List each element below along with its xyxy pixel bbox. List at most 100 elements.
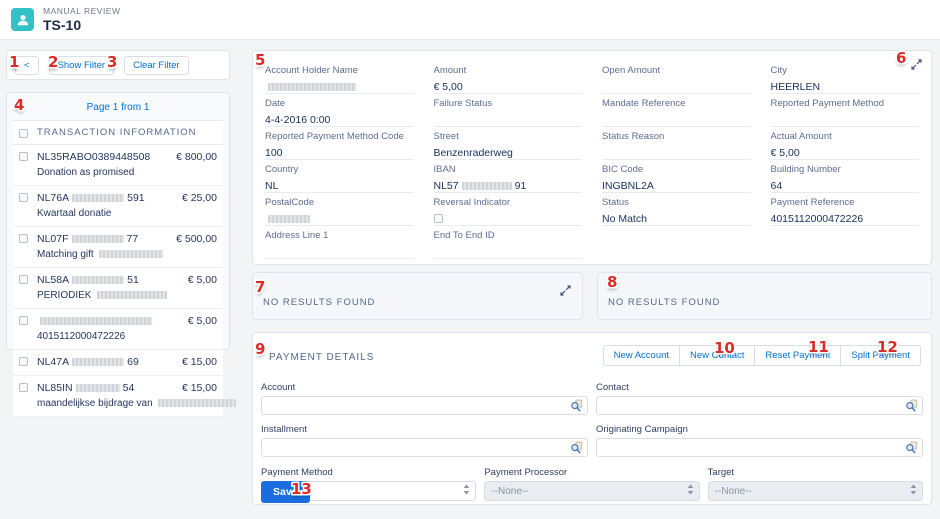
account-input[interactable]	[262, 397, 587, 414]
transaction-description: Kwartaal donatie	[37, 208, 176, 219]
transaction-iban: NL58A51	[37, 274, 182, 286]
lookup-icon[interactable]	[570, 441, 583, 454]
field-label: Reversal Indicator	[434, 197, 583, 208]
transaction-row[interactable]: NL47A69€ 15,00	[13, 350, 223, 376]
text-segment: maandelijkse bijdrage van	[37, 398, 155, 409]
field-value: NL	[265, 180, 414, 192]
transaction-amount: € 500,00	[176, 233, 217, 245]
show-filter-button[interactable]: Show Filter	[49, 56, 115, 75]
related-list-panel-right: NO RESULTS FOUND	[597, 272, 932, 320]
text-segment: 64	[771, 180, 783, 192]
contact-lookup	[596, 396, 923, 415]
new-contact-button[interactable]: New Contact	[679, 345, 755, 366]
text-segment: PERIODIEK	[37, 290, 94, 301]
installment-input[interactable]	[262, 439, 587, 456]
select-all-checkbox[interactable]	[19, 129, 28, 138]
detail-field: IBANNL5791	[434, 160, 583, 193]
clear-filter-button[interactable]: Clear Filter	[124, 56, 188, 75]
transaction-list-panel: Page 1 from 1 TRANSACTION INFORMATION NL…	[6, 92, 230, 350]
target-select: --None--	[708, 481, 923, 501]
text-segment: 69	[127, 356, 139, 368]
transaction-description: Matching gift	[37, 249, 170, 260]
reversal-indicator-checkbox[interactable]	[434, 214, 443, 223]
page-header: MANUAL REVIEW TS-10	[0, 0, 940, 40]
save-button[interactable]: Save	[261, 481, 310, 503]
detail-field: Reported Payment Method	[771, 94, 920, 127]
detail-field: Failure Status	[434, 94, 583, 127]
field-label: PostalCode	[265, 197, 414, 208]
field-label: BIC Code	[602, 164, 751, 175]
text-segment: 4015112000472226	[37, 331, 125, 342]
contact-field: Contact	[596, 379, 923, 415]
expand-icon[interactable]	[560, 285, 571, 296]
transaction-iban	[37, 315, 182, 327]
row-checkbox[interactable]	[19, 275, 28, 284]
expand-icon[interactable]	[911, 59, 922, 70]
field-label: Target	[708, 467, 923, 478]
redacted-text	[268, 83, 356, 91]
field-value	[265, 81, 414, 93]
transaction-row[interactable]: NL85IN54maandelijkse bijdrage van € 15,0…	[13, 376, 223, 417]
pagination-label: Page 1 from 1	[13, 96, 223, 120]
row-checkbox[interactable]	[19, 152, 28, 161]
transaction-amount: € 5,00	[188, 274, 217, 286]
transaction-description: 4015112000472226	[37, 331, 182, 342]
installment-lookup	[261, 438, 588, 457]
row-checkbox[interactable]	[19, 234, 28, 243]
field-label: Status Reason	[602, 131, 751, 142]
transaction-row-lines: NL85IN54 maandelijkse bijdrage van	[37, 382, 176, 409]
lookup-icon[interactable]	[905, 399, 918, 412]
redacted-text	[72, 235, 124, 243]
row-checkbox[interactable]	[19, 357, 28, 366]
field-label: Failure Status	[434, 98, 583, 109]
detail-field: StreetBenzenraderweg	[434, 127, 583, 160]
transaction-iban: NL76A591	[37, 192, 176, 204]
text-segment: 4-4-2016 0:00	[265, 114, 330, 126]
detail-field: BIC Code INGBNL2A	[602, 160, 751, 193]
field-label: Payment Processor	[484, 467, 699, 478]
contact-input[interactable]	[597, 397, 922, 414]
transaction-iban: NL85IN54	[37, 382, 176, 394]
field-label: Address Line 1	[265, 230, 414, 241]
select-value: --None--	[491, 486, 528, 497]
field-label: Status	[602, 197, 751, 208]
lookup-icon[interactable]	[905, 441, 918, 454]
originating-campaign-input[interactable]	[597, 439, 922, 456]
transaction-row[interactable]: NL58A51 PERIODIEK € 5,00	[13, 268, 223, 309]
field-label: Reported Payment Method	[771, 98, 920, 109]
field-label: Account	[261, 382, 588, 393]
row-checkbox[interactable]	[19, 193, 28, 202]
detail-field: PostalCode	[265, 193, 414, 226]
no-results-label: NO RESULTS FOUND	[263, 297, 375, 308]
transaction-row[interactable]: NL35RABO0389448508Donation as promised€ …	[13, 145, 223, 186]
transaction-description: Donation as promised	[37, 167, 170, 178]
field-value	[265, 213, 414, 225]
field-value: HEERLEN	[771, 81, 920, 93]
detail-field	[771, 226, 920, 259]
field-value	[434, 114, 583, 126]
row-checkbox[interactable]	[19, 383, 28, 392]
detail-field: Reported Payment Method Code100	[265, 127, 414, 160]
transaction-row[interactable]: 4015112000472226€ 5,00	[13, 309, 223, 350]
redacted-text	[99, 250, 163, 258]
originating-campaign-lookup	[596, 438, 923, 457]
detail-field: Building Number64	[771, 160, 920, 193]
new-account-button[interactable]: New Account	[603, 345, 680, 366]
transaction-detail-panel: Account Holder NameAmount€ 5,00Open Amou…	[252, 50, 932, 265]
field-value	[434, 246, 583, 258]
field-value	[602, 81, 751, 93]
redacted-text	[40, 317, 152, 325]
transaction-row[interactable]: NL07F77Matching gift € 500,00	[13, 227, 223, 268]
field-label: Date	[265, 98, 414, 109]
split-payment-button[interactable]: Split Payment	[840, 345, 921, 366]
account-lookup	[261, 396, 588, 415]
detail-field: Payment Reference4015112000472226	[771, 193, 920, 226]
previous-page-button[interactable]: <	[15, 56, 39, 75]
lookup-icon[interactable]	[570, 399, 583, 412]
transaction-row[interactable]: NL76A591Kwartaal donatie€ 25,00	[13, 186, 223, 227]
reset-payment-button[interactable]: Reset Payment	[754, 345, 841, 366]
text-segment: INGBNL2A	[602, 180, 654, 192]
row-checkbox[interactable]	[19, 316, 28, 325]
field-value	[602, 147, 751, 159]
payment-details-title: PAYMENT DETAILS	[269, 352, 374, 363]
